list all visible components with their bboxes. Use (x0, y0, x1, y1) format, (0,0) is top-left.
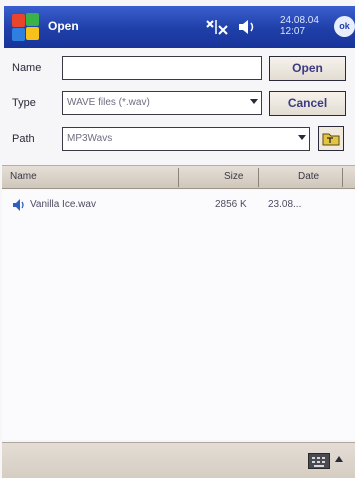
file-date: 23.08... (268, 199, 302, 210)
audio-file-icon (13, 199, 24, 211)
list-item[interactable]: Vanilla Ice.wav 2856 K 23.08... (2, 196, 355, 214)
status-time: 12:07 (280, 26, 306, 37)
file-list[interactable]: Vanilla Ice.wav 2856 K 23.08... (2, 190, 355, 440)
path-dropdown-value: MP3Wavs (67, 133, 113, 144)
column-header-name[interactable]: Name (10, 166, 37, 188)
column-divider[interactable] (342, 168, 343, 187)
folder-up-icon (322, 133, 340, 146)
menu-bar (2, 442, 355, 478)
column-divider[interactable] (178, 168, 179, 187)
chevron-down-icon (250, 99, 258, 104)
status-clock[interactable]: 24.08.04 12:07 (280, 15, 319, 37)
sip-arrow-icon[interactable] (335, 456, 343, 462)
speaker-icon[interactable] (237, 18, 259, 36)
chevron-down-icon (298, 135, 306, 140)
open-button[interactable]: Open (269, 56, 346, 81)
keyboard-icon[interactable] (308, 453, 330, 469)
type-label: Type (12, 97, 36, 109)
file-name: Vanilla Ice.wav (30, 199, 96, 210)
column-divider[interactable] (258, 168, 259, 187)
type-dropdown-value: WAVE files (*.wav) (67, 97, 150, 108)
column-header-size[interactable]: Size (224, 166, 243, 188)
windows-flag-icon[interactable] (10, 12, 40, 42)
name-label: Name (12, 62, 42, 74)
column-header-date[interactable]: Date (298, 166, 319, 188)
window-title: Open (48, 19, 79, 33)
cancel-button[interactable]: Cancel (269, 91, 346, 116)
name-input[interactable] (62, 56, 262, 80)
open-dialog-screen: Open 24.08.04 12:07 ok Name Open Type WA… (0, 0, 355, 478)
folder-up-button[interactable] (318, 126, 344, 151)
title-bar: Open 24.08.04 12:07 ok (4, 6, 355, 48)
ok-button[interactable]: ok (334, 16, 355, 37)
connectivity-icon[interactable] (204, 18, 230, 36)
file-size: 2856 K (215, 199, 247, 210)
file-list-header: Name Size Date (2, 165, 355, 189)
status-date: 24.08.04 (280, 15, 319, 26)
path-dropdown[interactable]: MP3Wavs (62, 127, 310, 151)
type-dropdown[interactable]: WAVE files (*.wav) (62, 91, 262, 115)
path-label: Path (12, 133, 35, 145)
